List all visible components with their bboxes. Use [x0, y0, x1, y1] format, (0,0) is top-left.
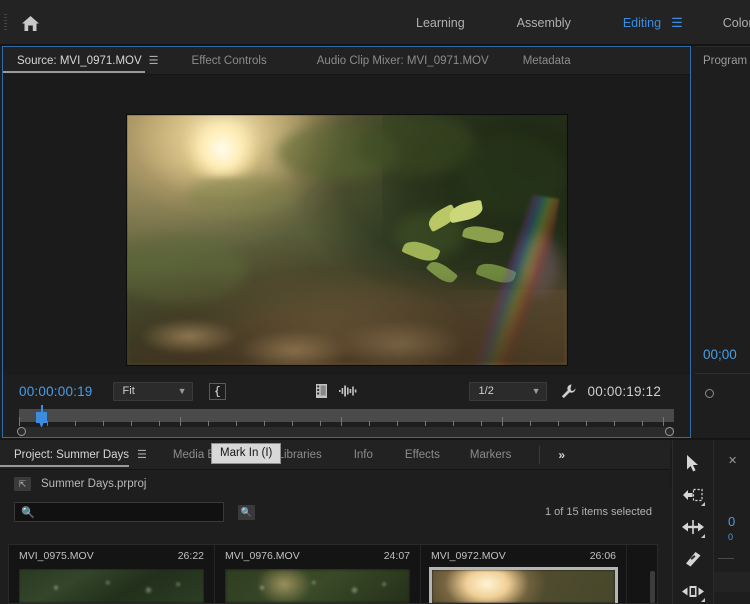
tab-info[interactable]: Info [322, 440, 373, 470]
select-zoom-level-icon[interactable] [209, 383, 226, 400]
playhead-marker[interactable] [36, 405, 47, 428]
workspace-tab-assembly[interactable]: Assembly [491, 0, 597, 46]
project-panel-tab-bar: Project: Summer Days ☰ Media Browser Lib… [0, 440, 670, 470]
source-scrubber[interactable] [3, 405, 690, 439]
close-icon[interactable]: ✕ [728, 454, 737, 467]
source-panel-tab-bar: Source: MVI_0971.MOV ☰ Effect Controls A… [3, 47, 690, 75]
list-item[interactable]: MVI_0976.MOV 24:07 [215, 545, 421, 603]
program-timecode[interactable]: 00;00 [703, 347, 737, 362]
bin-scrollbar[interactable] [650, 571, 655, 603]
workspace-tab-editing[interactable]: Editing [597, 0, 669, 46]
playback-resolution-value: 1/2 [479, 385, 494, 397]
program-monitor-panel[interactable]: Program 00;00 [695, 46, 750, 438]
tools-panel [672, 440, 714, 604]
panel-menu-icon[interactable]: ☰ [137, 448, 147, 461]
tab-source-label: Source: MVI_0971.MOV [17, 55, 142, 67]
clip-thumbnail[interactable] [19, 569, 204, 603]
source-playhead-timecode[interactable]: 00:00:00:19 [19, 384, 93, 399]
wrench-icon[interactable] [561, 384, 576, 399]
tab-project[interactable]: Project: Summer Days ☰ [0, 440, 147, 470]
project-panel: Project: Summer Days ☰ Media Browser Lib… [0, 440, 670, 604]
premiere-pro-window: Learning Assembly Editing ☰ Color Source… [0, 0, 750, 604]
home-icon[interactable] [18, 12, 42, 34]
playback-resolution-select[interactable]: 1/2 ▼ [469, 382, 547, 401]
tab-audio-clip-mixer[interactable]: Audio Clip Mixer: MVI_0971.MOV [267, 47, 489, 75]
tab-effect-controls[interactable]: Effect Controls [159, 47, 267, 75]
stub-sub-value[interactable]: 0 [728, 532, 733, 542]
clip-name: MVI_0976.MOV [225, 550, 300, 562]
program-zoom-handle[interactable] [705, 389, 714, 398]
panel-menu-icon[interactable]: ☰ [149, 54, 159, 67]
tooltip: Mark In (I) [211, 443, 281, 464]
source-monitor-panel: Source: MVI_0971.MOV ☰ Effect Controls A… [2, 46, 691, 438]
chevron-down-icon: ▼ [178, 386, 187, 396]
track-select-icon[interactable] [680, 484, 706, 506]
drag-audio-only-icon[interactable] [339, 385, 357, 397]
clip-duration: 26:06 [590, 550, 616, 562]
scrubber-ticks [19, 417, 674, 426]
search-input[interactable]: 🔍 [14, 502, 224, 522]
source-controls-row: 00:00:00:19 Fit ▼ 1/2 ▼ 00:00:19:12 [3, 377, 690, 405]
project-file-name: Summer Days.prproj [41, 478, 146, 490]
hamburger-menu-icon[interactable]: ☰ [669, 0, 697, 46]
source-video-frame[interactable] [127, 115, 567, 365]
tab-markers[interactable]: Markers [440, 440, 512, 470]
zoom-handle-left[interactable] [17, 427, 26, 436]
workspace-top-bar: Learning Assembly Editing ☰ Color [0, 0, 750, 46]
workspace-tabs: Learning Assembly Editing ☰ Color [390, 0, 750, 46]
clip-name: MVI_0975.MOV [19, 550, 94, 562]
tab-source-monitor[interactable]: Source: MVI_0971.MOV ☰ [3, 47, 159, 75]
slip-icon[interactable] [680, 580, 706, 602]
tab-effects[interactable]: Effects [373, 440, 440, 470]
project-bin-list[interactable]: MVI_0975.MOV 26:22 MVI_0976.MOV 24:07 [8, 544, 658, 604]
drag-grip[interactable] [4, 14, 7, 32]
tab-project-label: Project: Summer Days [14, 449, 129, 461]
parent-folder-icon[interactable]: ⇱ [14, 477, 31, 491]
zoom-level-select[interactable]: Fit ▼ [113, 382, 193, 401]
find-in-bin-icon[interactable]: 🔍 [238, 505, 255, 520]
clip-duration: 24:07 [384, 550, 410, 562]
tab-metadata[interactable]: Metadata [489, 47, 571, 75]
scrubber-zoom-bar[interactable] [19, 427, 674, 437]
arrow-cursor-icon[interactable] [680, 452, 706, 474]
zoom-level-value: Fit [123, 385, 135, 397]
list-item[interactable]: MVI_0975.MOV 26:22 [9, 545, 215, 603]
workspace-tab-color[interactable]: Color [697, 0, 750, 46]
project-root-row[interactable]: ⇱ Summer Days.prproj [0, 470, 670, 498]
razor-blade-icon[interactable] [680, 548, 706, 570]
drag-video-only-icon[interactable] [316, 384, 327, 398]
chevron-double-right-icon[interactable]: » [558, 448, 565, 462]
list-item[interactable]: MVI_0972.MOV 26:06 [421, 545, 627, 603]
clip-thumbnail[interactable] [429, 567, 618, 603]
clip-thumbnail[interactable] [225, 569, 410, 603]
tab-program-monitor[interactable]: Program [695, 47, 750, 67]
clip-name: MVI_0972.MOV [431, 550, 506, 562]
right-panel-stub: ✕ 0 0 [714, 440, 750, 604]
zoom-handle-right[interactable] [665, 427, 674, 436]
project-search-row: 🔍 🔍 1 of 15 items selected [0, 498, 670, 526]
clip-duration: 26:22 [178, 550, 204, 562]
stub-value[interactable]: 0 [728, 514, 735, 529]
search-icon: 🔍 [21, 506, 35, 519]
source-duration-timecode: 00:00:19:12 [588, 384, 662, 399]
ripple-edit-icon[interactable] [680, 516, 706, 538]
chevron-down-icon: ▼ [532, 386, 541, 396]
workspace-tab-learning[interactable]: Learning [390, 0, 491, 46]
source-video-area[interactable] [3, 75, 690, 375]
selection-status: 1 of 15 items selected [545, 506, 652, 518]
